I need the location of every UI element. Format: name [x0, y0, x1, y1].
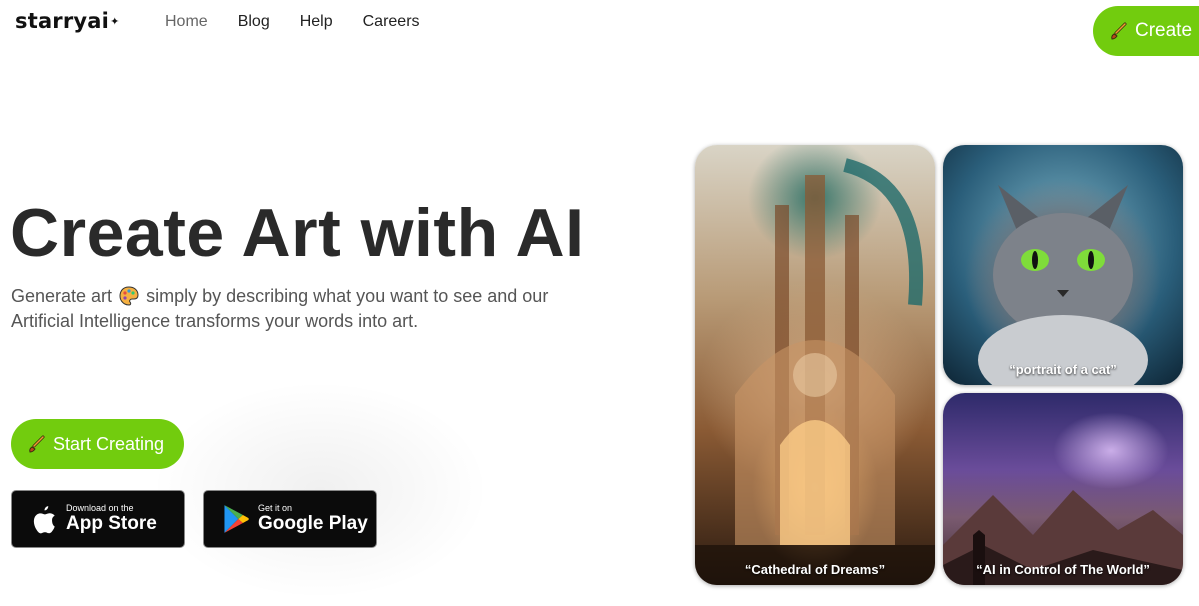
gallery-card-cathedral[interactable]: “Cathedral of Dreams”: [695, 145, 935, 585]
gallery-card-cat[interactable]: “portrait of a cat”: [943, 145, 1183, 385]
logo-star-icon: ✦: [110, 15, 120, 28]
cat-artwork: [978, 185, 1148, 385]
google-play-text: Get it on Google Play: [258, 503, 368, 535]
brush-icon: [1111, 22, 1127, 40]
create-button[interactable]: Create: [1093, 6, 1199, 56]
logo[interactable]: starryai✦: [15, 9, 120, 33]
google-play-icon: [224, 505, 249, 533]
palette-icon: [119, 286, 139, 306]
nav-blog[interactable]: Blog: [238, 12, 270, 32]
brush-icon: [29, 435, 45, 453]
page-title: Create Art with AI: [10, 195, 585, 271]
apple-icon: [33, 506, 55, 534]
app-store-text: Download on the App Store: [66, 503, 157, 535]
app-store-small: Download on the: [66, 503, 134, 513]
hero-subtitle: Generate art simply by describing what y…: [11, 284, 551, 334]
google-play-small: Get it on: [258, 503, 293, 513]
start-creating-button[interactable]: Start Creating: [11, 419, 184, 469]
card-caption: “Cathedral of Dreams”: [744, 562, 886, 577]
nav-home[interactable]: Home: [165, 12, 208, 32]
gallery-card-ai-world[interactable]: “AI in Control of The World”: [943, 393, 1183, 585]
app-store-button[interactable]: Download on the App Store: [11, 490, 185, 548]
main-nav: Home Blog Help Careers: [165, 12, 450, 32]
subtitle-part-1: Generate art: [11, 286, 113, 306]
nav-careers[interactable]: Careers: [363, 12, 420, 32]
app-store-big: App Store: [66, 513, 157, 534]
google-play-big: Google Play: [258, 513, 368, 534]
google-play-button[interactable]: Get it on Google Play: [203, 490, 377, 548]
start-creating-label: Start Creating: [53, 433, 165, 454]
logo-text: starryai: [15, 9, 110, 33]
card-caption: “AI in Control of The World”: [976, 562, 1150, 577]
card-caption: “portrait of a cat”: [1009, 362, 1117, 377]
create-button-label: Create: [1135, 20, 1193, 41]
nav-help[interactable]: Help: [300, 12, 333, 32]
cathedral-artwork: [695, 158, 935, 585]
